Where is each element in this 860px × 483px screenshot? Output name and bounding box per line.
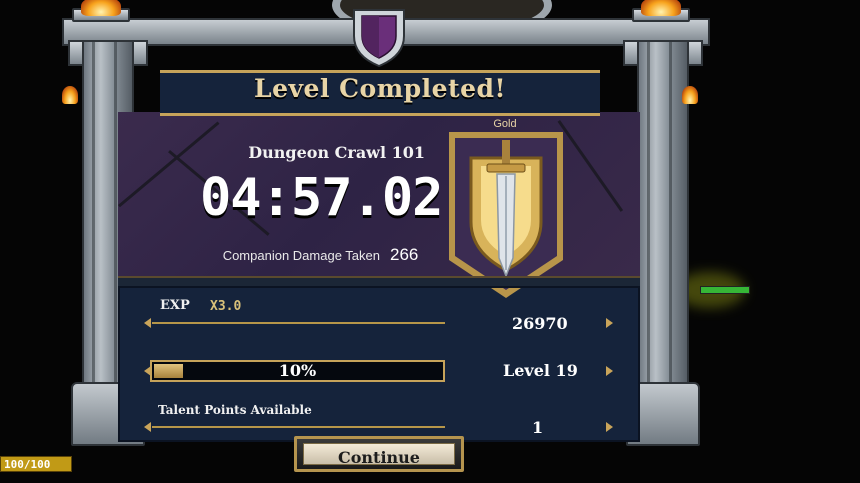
talent-label: Talent Points Available [158,403,312,417]
talent-arrow-right-icon [606,422,613,432]
continue-button[interactable]: Continue [294,436,464,472]
shield-crest-icon [353,9,405,68]
medal-label: Gold [493,118,517,130]
level-label: Level 19 [503,361,578,380]
talent-value: 1 [532,418,544,437]
left-torch-flame-icon [62,86,78,104]
exp-value: 26970 [512,314,568,333]
level-progress-text: 10% [278,361,317,380]
exp-multiplier: X3.0 [210,299,242,314]
level-name: Dungeon Crawl 101 [248,143,425,162]
exp-arrow-right-icon [606,318,613,328]
exp-arrow-left-icon [144,318,151,328]
left-flame-icon [81,0,121,16]
exp-line [152,322,445,324]
level-arrow-right-icon [606,366,613,376]
page-title: Level Completed! [254,74,506,103]
right-torch-flame-icon [682,86,698,104]
player-health-text: 100/100 [4,458,51,471]
exp-label: EXP [160,298,190,313]
continue-label: Continue [338,448,420,467]
section-divider [118,276,640,288]
companion-damage-value: 266 [390,245,419,264]
continue-button-face[interactable]: Continue [303,443,455,467]
talent-arrow-left-icon [144,422,151,432]
companion-damage-label: Companion Damage Taken [222,248,380,263]
talent-line [152,426,445,428]
right-flame-icon [641,0,681,16]
completion-time: 04:57.02 [200,168,443,228]
gold-medal-sword-icon [449,132,563,298]
